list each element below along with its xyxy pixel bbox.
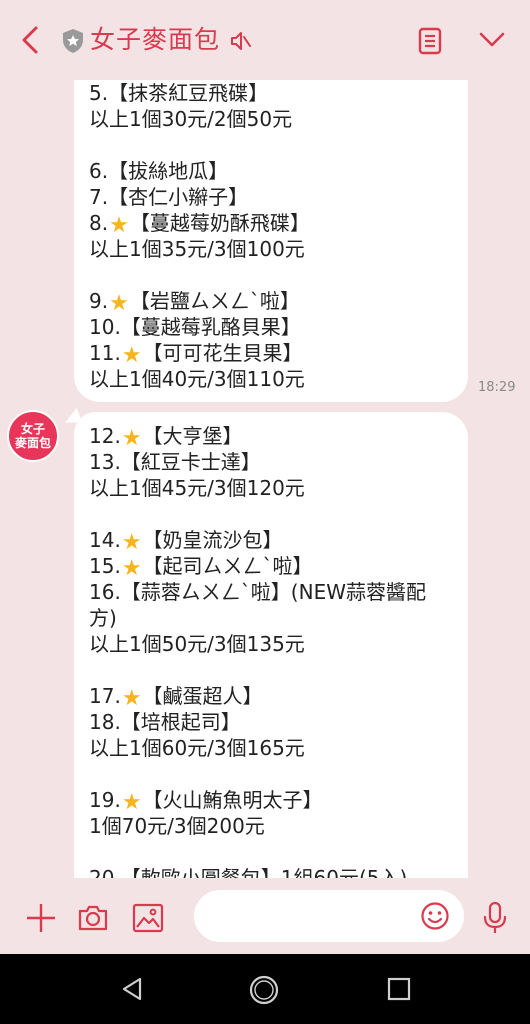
message-line: 15.★【起司ㄙㄨㄥˋ啦】 — [89, 554, 313, 581]
star-emoji-icon: ★ — [109, 291, 129, 316]
star-emoji-icon: ★ — [121, 686, 142, 711]
message-line: 18.【培根起司】 — [89, 710, 241, 734]
message-line: 19.★【火山鮪魚明太子】 — [89, 788, 323, 815]
message-line: 以上1個60元/3個165元 — [89, 736, 305, 760]
message-line: 8.★【蔓越莓奶酥飛碟】 — [89, 211, 310, 238]
star-emoji-icon: ★ — [109, 213, 129, 238]
mute-icon — [231, 32, 251, 50]
camera-icon[interactable] — [76, 901, 110, 935]
message-line: 以上1個40元/3個110元 — [89, 367, 305, 391]
nav-back-icon[interactable] — [118, 974, 148, 1004]
avatar[interactable]: 女子 麥面包 — [7, 410, 59, 462]
message-line: 1個70元/3個200元 — [89, 814, 265, 838]
back-arrow-icon[interactable] — [16, 24, 44, 56]
star-emoji-icon: ★ — [121, 556, 142, 581]
message-input-bar — [0, 878, 530, 954]
message-line: 17.★【鹹蛋超人】 — [89, 684, 263, 711]
message-line: 6.【拔絲地瓜】 — [89, 159, 229, 183]
message-line: 以上1個50元/3個135元 — [89, 632, 305, 656]
star-emoji-icon: ★ — [121, 790, 142, 815]
message-line: 9.★【岩鹽ㄙㄨㄥˋ啦】 — [89, 289, 300, 316]
message-line: 14.★【奶皇流沙包】 — [89, 528, 283, 555]
message-line: 20.【軟歐小圓餐包】1組60元(5入) — [89, 866, 408, 878]
message-line: 7.【杏仁小辮子】 — [89, 185, 249, 209]
avatar-text: 女子 — [20, 422, 45, 436]
message-line: 以上1個30元/2個50元 — [89, 107, 293, 131]
plus-icon[interactable] — [24, 901, 58, 935]
chat-messages: 5.【抹茶紅豆飛碟】 以上1個30元/2個50元 6.【拔絲地瓜】 7.【杏仁小… — [0, 80, 530, 878]
star-emoji-icon: ★ — [121, 426, 142, 451]
star-emoji-icon: ★ — [121, 530, 142, 555]
image-icon[interactable] — [131, 901, 165, 935]
message-line: 10.【蔓越莓乳酪貝果】 — [89, 315, 301, 339]
message-line: 以上1個45元/3個120元 — [89, 476, 305, 500]
message-text-field[interactable] — [208, 890, 412, 944]
message-line: 方) — [89, 606, 117, 630]
chat-title[interactable]: 女子麥面包 — [90, 20, 220, 56]
message-line: 16.【蒜蓉ㄙㄨㄥˋ啦】(NEW蒜蓉醬配 — [89, 580, 426, 604]
chevron-down-icon[interactable] — [478, 28, 506, 52]
message-bubble[interactable]: 12.★【大亨堡】 13.【紅豆卡士達】 以上1個45元/3個120元 14.★… — [74, 412, 468, 878]
notes-icon[interactable] — [416, 26, 444, 56]
message-line: 13.【紅豆卡士達】 — [89, 450, 261, 474]
message-timestamp: 18:29 — [478, 380, 516, 395]
message-bubble[interactable]: 5.【抹茶紅豆飛碟】 以上1個30元/2個50元 6.【拔絲地瓜】 7.【杏仁小… — [74, 80, 468, 402]
shield-star-icon — [63, 29, 83, 53]
emoji-icon[interactable] — [420, 901, 450, 931]
message-line: 12.★【大亨堡】 — [89, 424, 243, 451]
nav-home-icon[interactable] — [248, 974, 280, 1006]
message-input[interactable] — [194, 890, 464, 944]
microphone-icon[interactable] — [478, 901, 512, 935]
message-line: 以上1個35元/3個100元 — [89, 237, 305, 261]
avatar-text: 麥面包 — [14, 436, 51, 450]
chat-header: 女子麥面包 — [0, 0, 530, 80]
system-navigation-bar — [0, 954, 530, 1024]
star-emoji-icon: ★ — [121, 343, 142, 368]
nav-recents-icon[interactable] — [384, 974, 414, 1004]
message-line: 5.【抹茶紅豆飛碟】 — [89, 81, 269, 105]
message-line: 11.★【可可花生貝果】 — [89, 341, 303, 368]
